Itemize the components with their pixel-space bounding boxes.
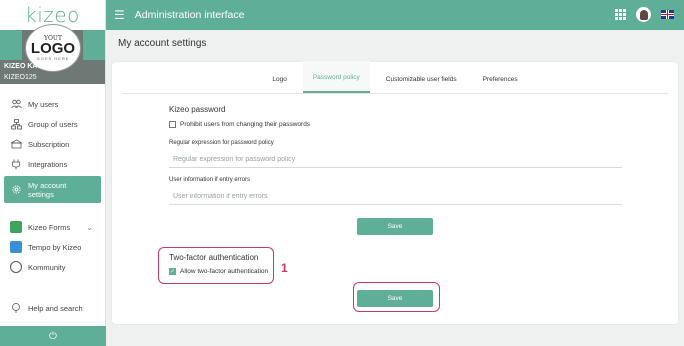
user-name: KIZEO KAVITHA — [4, 63, 58, 70]
sidebar-divider — [0, 203, 105, 217]
sidebar-item-label: Help and search — [28, 303, 83, 313]
kizeo-password-title: Kizeo password — [169, 105, 226, 114]
sidebar-item-my-account-settings[interactable]: My account settings — [4, 176, 101, 203]
banner-accent-left — [0, 30, 22, 60]
settings-card: Logo Password policy Customizable user f… — [112, 61, 678, 324]
sidebar-item-my-users[interactable]: My users — [0, 94, 105, 114]
save-twofa-button[interactable]: Save — [357, 290, 433, 307]
kizeo-forms-icon — [10, 221, 22, 233]
uk-flag-icon[interactable] — [661, 10, 674, 19]
banner-accent-right — [83, 30, 105, 60]
sidebar-item-subscription[interactable]: Subscription — [0, 134, 105, 154]
regex-label: Regular expression for password policy — [169, 140, 274, 146]
user-code: KIZEO125 — [4, 74, 37, 81]
company-logo-sub: GOES HERE — [36, 56, 70, 61]
sidebar-nav: My users Group of users Subscription Int… — [0, 84, 105, 203]
help-icon — [10, 302, 22, 314]
app-item-label: Kizeo Forms — [28, 222, 71, 232]
power-icon: ⏻ — [49, 330, 57, 342]
apps-grid-icon[interactable] — [615, 9, 626, 20]
avatar-image — [639, 9, 648, 20]
header-title: Administration interface — [134, 9, 245, 21]
gear-icon — [10, 184, 22, 196]
user-info-label: User information if entry errors — [169, 177, 251, 183]
prohibit-password-change-label: Prohibit users from changing their passw… — [180, 121, 311, 128]
tab-password-policy[interactable]: Password policy — [302, 61, 370, 93]
sidebar: kizeo YOUT LOGO GOES HERE KIZEO KAVITHA … — [0, 0, 106, 346]
avatar[interactable] — [636, 7, 651, 22]
allow-twofa-checkbox[interactable]: ✓ — [169, 268, 176, 275]
sidebar-item-label: Group of users — [28, 119, 78, 129]
prohibit-password-change-checkbox[interactable] — [169, 121, 176, 128]
settings-tabs: Logo Password policy Customizable user f… — [122, 61, 668, 94]
subscription-icon — [10, 138, 22, 150]
user-banner: YOUT LOGO GOES HERE KIZEO KAVITHA KIZEO1… — [0, 24, 105, 84]
page-title: My account settings — [118, 38, 207, 49]
group-icon — [10, 118, 22, 130]
user-info-input[interactable] — [169, 189, 622, 205]
menu-icon[interactable]: ☰ — [114, 8, 125, 22]
power-button[interactable]: ⏻ — [0, 326, 106, 346]
sidebar-item-help[interactable]: Help and search — [0, 298, 83, 318]
twofa-title: Two-factor authentication — [169, 253, 259, 262]
top-header: ☰ Administration interface — [106, 0, 684, 30]
sidebar-item-group-of-users[interactable]: Group of users — [0, 114, 105, 134]
tab-customizable-user-fields[interactable]: Customizable user fields — [376, 61, 467, 93]
tab-logo[interactable]: Logo — [262, 61, 296, 93]
app-item-label: Tempo by Kizeo — [28, 242, 82, 252]
app-item-kommunity[interactable]: Kommunity — [0, 257, 105, 277]
plug-icon — [10, 158, 22, 170]
app-item-label: Kommunity — [28, 262, 66, 272]
chevron-down-icon[interactable]: ⌄ — [86, 223, 93, 232]
tab-preferences[interactable]: Preferences — [473, 61, 528, 93]
allow-twofa-row[interactable]: ✓ Allow two-factor authentication — [169, 268, 268, 275]
sidebar-item-label: My users — [28, 99, 59, 109]
company-logo-main: LOGO — [30, 40, 76, 57]
app-item-kizeo-forms[interactable]: Kizeo Forms ⌄ — [0, 217, 105, 237]
header-actions — [615, 7, 674, 22]
app-item-tempo[interactable]: Tempo by Kizeo — [0, 237, 105, 257]
sidebar-item-integrations[interactable]: Integrations — [0, 154, 105, 174]
prohibit-password-change-row[interactable]: Prohibit users from changing their passw… — [169, 121, 310, 128]
sidebar-item-label: My account settings — [28, 180, 67, 199]
sidebar-item-label: Subscription — [28, 139, 70, 149]
save-password-button[interactable]: Save — [357, 218, 433, 235]
users-icon — [10, 98, 22, 110]
regex-input[interactable] — [169, 152, 622, 168]
step-number: 1 — [281, 261, 288, 275]
tempo-icon — [10, 241, 22, 253]
allow-twofa-label: Allow two-factor authentication — [180, 268, 269, 275]
sidebar-item-label: Integrations — [28, 159, 68, 169]
kommunity-icon — [10, 261, 22, 273]
